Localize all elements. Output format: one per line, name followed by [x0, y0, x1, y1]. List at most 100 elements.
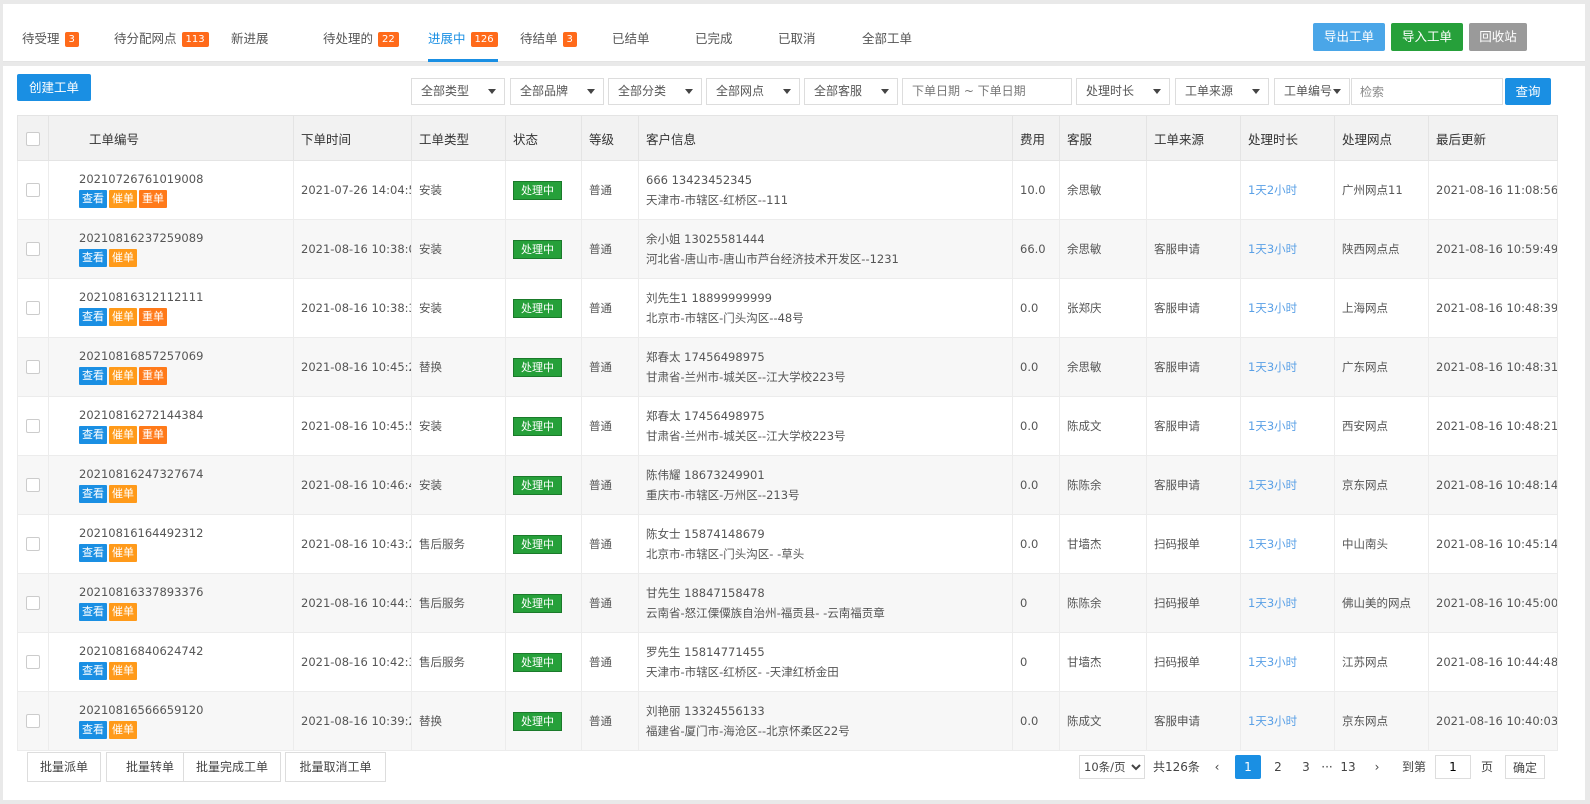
import-button[interactable]: 导入工单 — [1391, 23, 1463, 51]
search-input[interactable] — [1351, 78, 1503, 105]
filter-select-4[interactable]: 全部网点 — [706, 78, 800, 105]
filter-select-5[interactable]: 全部客服 — [804, 78, 898, 105]
view-order-button[interactable]: 查看 — [79, 662, 107, 680]
urge-order-button[interactable]: 催单 — [109, 426, 137, 444]
date-range-input[interactable]: 下单日期 ~ 下单日期 — [902, 78, 1072, 105]
batch-action-button-2[interactable]: 批量转单 — [106, 752, 194, 782]
tab-1[interactable]: 待受理 3 — [22, 29, 79, 49]
redo-order-button[interactable]: 重单 — [139, 426, 167, 444]
query-button[interactable]: 查询 — [1505, 78, 1551, 105]
tab-2[interactable]: 待分配网点 113 — [114, 29, 209, 49]
confirm-page-button[interactable]: 确定 — [1505, 755, 1545, 779]
row-checkbox[interactable] — [26, 596, 40, 611]
row-checkbox[interactable] — [26, 242, 40, 257]
create-order-button[interactable]: 创建工单 — [17, 74, 91, 101]
batch-action-button-4[interactable]: 批量取消工单 — [285, 752, 386, 782]
page-jump-input[interactable] — [1435, 755, 1471, 779]
status-badge: 处理中 — [513, 534, 562, 554]
order-number-cell: 20210816237259089 查看 催单 — [48, 219, 294, 279]
row-checkbox[interactable] — [26, 537, 40, 552]
filter-label: 全部品牌 — [520, 84, 569, 98]
row-checkbox[interactable] — [26, 655, 40, 670]
batch-action-button-1[interactable]: 批量派单 — [27, 752, 101, 782]
tab-10[interactable]: 全部工单 — [862, 29, 912, 49]
page-size-select[interactable]: 10条/页 — [1079, 755, 1145, 779]
customer-info-cell: 郑春太 17456498975 甘肃省-兰州市-城关区--江大学校223号 — [638, 337, 1013, 397]
urge-order-button[interactable]: 催单 — [109, 249, 137, 267]
row-checkbox[interactable] — [26, 301, 40, 316]
page-last-button[interactable]: 13 — [1335, 755, 1361, 779]
row-checkbox[interactable] — [26, 419, 40, 434]
prev-page-icon[interactable]: ‹ — [1207, 755, 1227, 779]
view-order-button[interactable]: 查看 — [79, 367, 107, 385]
redo-order-button[interactable]: 重单 — [139, 308, 167, 326]
filter-select-extra-1[interactable]: 处理时长 — [1076, 78, 1170, 105]
tab-3[interactable]: 新进展 — [231, 29, 269, 49]
batch-action-button-3[interactable]: 批量完成工单 — [183, 752, 281, 782]
order-source: 客服申请 — [1146, 455, 1241, 515]
tab-9[interactable]: 已取消 — [778, 29, 816, 49]
page-3-button[interactable]: 3 — [1293, 755, 1319, 779]
order-level: 普通 — [581, 514, 639, 574]
filter-select-extra-3[interactable]: 工单编号 — [1274, 78, 1350, 105]
recycle-button[interactable]: 回收站 — [1469, 23, 1527, 51]
view-order-button[interactable]: 查看 — [79, 190, 107, 208]
order-type: 售后服务 — [411, 573, 506, 633]
urge-order-button[interactable]: 催单 — [109, 485, 137, 503]
tab-6[interactable]: 待结单 3 — [520, 29, 577, 49]
export-button[interactable]: 导出工单 — [1313, 23, 1385, 51]
view-order-button[interactable]: 查看 — [79, 308, 107, 326]
urge-order-button[interactable]: 催单 — [109, 721, 137, 739]
view-order-button[interactable]: 查看 — [79, 426, 107, 444]
page-2-button[interactable]: 2 — [1265, 755, 1291, 779]
page-1-button[interactable]: 1 — [1235, 755, 1261, 779]
tab-label: 已完成 — [695, 31, 733, 46]
urge-order-button[interactable]: 催单 — [109, 544, 137, 562]
table-row: 20210816247327674 查看 催单 2021-08-16 10:46:47… — [17, 455, 1558, 515]
redo-order-button[interactable]: 重单 — [139, 190, 167, 208]
order-number: 20210816272144384 — [79, 408, 204, 422]
filter-select-extra-2[interactable]: 工单来源 — [1175, 78, 1269, 105]
processing-outlet: 佛山美的网点 — [1334, 573, 1429, 633]
order-number: 20210816237259089 — [79, 231, 204, 245]
view-order-button[interactable]: 查看 — [79, 721, 107, 739]
view-order-button[interactable]: 查看 — [79, 603, 107, 621]
urge-order-button[interactable]: 催单 — [109, 662, 137, 680]
select-all-checkbox[interactable] — [26, 131, 40, 146]
filter-select-3[interactable]: 全部分类 — [608, 78, 702, 105]
tab-4[interactable]: 待处理的 22 — [323, 29, 399, 49]
customer-service-agent: 陈成文 — [1059, 691, 1147, 751]
customer-contact: 陈女士 15874148679 — [646, 527, 765, 541]
processing-outlet: 西安网点 — [1334, 396, 1429, 456]
filter-label: 工单编号 — [1284, 84, 1333, 98]
tab-label: 待受理 — [22, 31, 60, 46]
view-order-button[interactable]: 查看 — [79, 249, 107, 267]
tab-7[interactable]: 已结单 — [612, 29, 650, 49]
view-order-button[interactable]: 查看 — [79, 544, 107, 562]
filter-select-1[interactable]: 全部类型 — [411, 78, 505, 105]
urge-order-button[interactable]: 催单 — [109, 308, 137, 326]
filter-select-2[interactable]: 全部品牌 — [510, 78, 604, 105]
row-checkbox[interactable] — [26, 360, 40, 375]
urge-order-button[interactable]: 催单 — [109, 367, 137, 385]
row-checkbox[interactable] — [26, 183, 40, 198]
row-select-cell — [17, 160, 49, 220]
processing-duration: 1天3小时 — [1248, 537, 1298, 551]
row-checkbox[interactable] — [26, 478, 40, 493]
work-order-panel: 创建工单 查询 工单编号下单时间工单类型状态等级客户信息费用客服工单来源处理时长… — [3, 66, 1585, 800]
row-checkbox[interactable] — [26, 714, 40, 729]
order-source: 扫码报单 — [1146, 632, 1241, 692]
tab-8[interactable]: 已完成 — [695, 29, 733, 49]
customer-contact: 郑春太 17456498975 — [646, 409, 765, 423]
chevron-down-icon — [1252, 89, 1260, 94]
tab-5[interactable]: 进展中 126 — [428, 29, 498, 62]
next-page-icon[interactable]: › — [1367, 755, 1387, 779]
chevron-down-icon — [783, 89, 791, 94]
column-header-9: 工单来源 — [1146, 115, 1241, 161]
urge-order-button[interactable]: 催单 — [109, 603, 137, 621]
view-order-button[interactable]: 查看 — [79, 485, 107, 503]
tab-label: 进展中 — [428, 31, 466, 46]
redo-order-button[interactable]: 重单 — [139, 367, 167, 385]
urge-order-button[interactable]: 催单 — [109, 190, 137, 208]
column-header-3: 工单类型 — [411, 115, 506, 161]
